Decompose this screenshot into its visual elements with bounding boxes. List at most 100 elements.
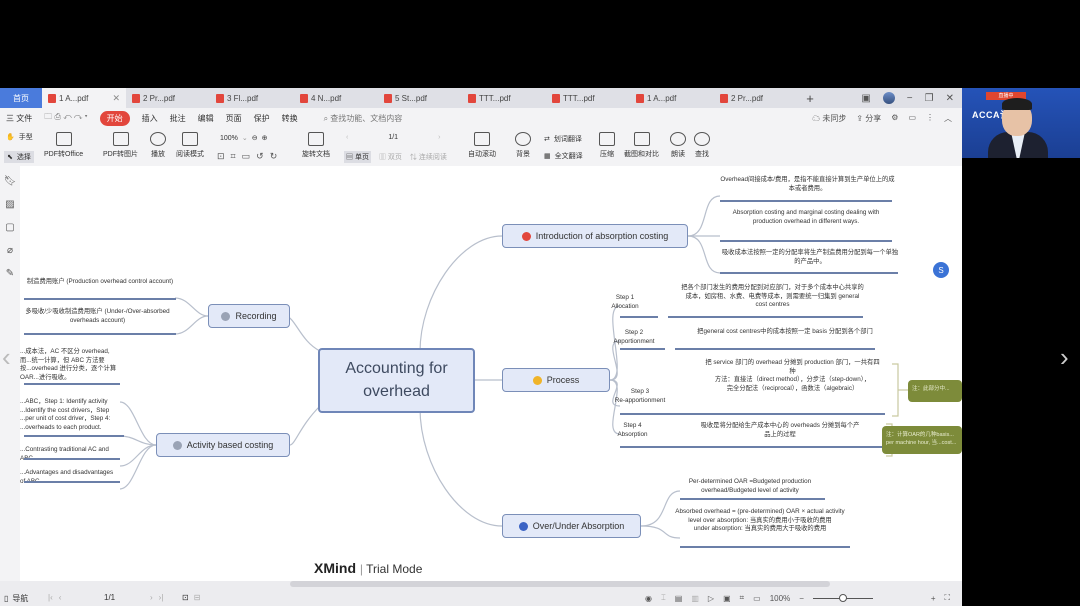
step-text[interactable]: 把 service 部门的 overhead 分摊到 production 部门…: [705, 359, 880, 393]
step-label[interactable]: Step 1 Allocation: [605, 294, 645, 311]
leaf-recording-2[interactable]: 多吸收/少吸收制造费用账户 (Under-/Over-absorbed over…: [20, 308, 175, 325]
leaf-abc-2[interactable]: ...ABC，Step 1: Identify activity ...Iden…: [20, 398, 120, 432]
background-button[interactable]: 背景: [515, 132, 531, 159]
fit-width-status-icon[interactable]: ⊟: [194, 593, 201, 602]
single-page-button[interactable]: ▤ 单页: [344, 151, 371, 163]
comment-panel-icon[interactable]: ▢: [5, 222, 14, 233]
continuous-button[interactable]: ⇅ 连续阅读: [410, 152, 447, 162]
double-page-button[interactable]: ▥ 双页: [379, 152, 402, 162]
thumbnail-icon[interactable]: ▨: [5, 199, 14, 210]
rotate-left-icon[interactable]: ↺: [256, 151, 264, 162]
step-text[interactable]: 把general cost centres中的成本按照一定 basis 分配到各…: [695, 328, 875, 337]
note-callout[interactable]: 注：计算OAR的几种basis... per machine hour, 当..…: [882, 426, 962, 454]
step-label[interactable]: Step 3 Re-apportionment: [605, 388, 675, 405]
actual-size-icon[interactable]: ▭: [242, 151, 251, 162]
doc-tab[interactable]: 1 A...pdf: [630, 88, 714, 108]
comment-icon[interactable]: ▭: [908, 113, 916, 124]
full-translate-button[interactable]: ▦ 全文翻译: [544, 151, 583, 161]
signature-icon[interactable]: ✎: [6, 268, 14, 279]
close-window-button[interactable]: ✕: [946, 93, 954, 104]
next-icon[interactable]: ›: [150, 593, 153, 602]
prev-page-icon[interactable]: ‹: [346, 134, 348, 141]
leaf-abc-1[interactable]: ...成本法，AC 不区分 overhead, 而...统一计算，但 ABC 方…: [20, 348, 120, 382]
leaf-intro-2[interactable]: Absorption costing and marginal costing …: [720, 209, 892, 226]
hand-tool[interactable]: ✋ 手型: [6, 132, 33, 142]
zoom-in-icon[interactable]: ⊕: [262, 134, 268, 142]
single-page-mode-icon[interactable]: ▤: [675, 594, 683, 603]
restore-button[interactable]: ❐: [925, 93, 934, 104]
topic-over-under[interactable]: Over/Under Absorption: [502, 514, 641, 538]
leaf-abc-4[interactable]: ...Advantages and disadvantages of ABC: [20, 469, 120, 486]
doc-tab[interactable]: 4 N...pdf: [294, 88, 378, 108]
bookmark-icon[interactable]: 🔖︎: [4, 176, 17, 187]
play-mode-icon[interactable]: ▷: [708, 594, 714, 603]
leaf-recording-1[interactable]: 制造费用账户 (Production overhead control acco…: [25, 278, 175, 287]
quick-access-icons[interactable]: 🗀 ⎙ ↶ ↷ ▾: [44, 111, 87, 125]
rotate-right-icon[interactable]: ↻: [270, 151, 278, 162]
zoom-in-button[interactable]: +: [931, 594, 936, 603]
prev-page-arrow[interactable]: ‹: [2, 342, 11, 373]
step-text[interactable]: 吸收是将分配给生产成本中心的 overheads 分摊到每个产品上的过程: [700, 422, 860, 439]
collapse-icon[interactable]: ︿: [944, 113, 952, 124]
topic-recording[interactable]: Recording: [208, 304, 290, 328]
leaf-abc-3[interactable]: ...Contrasting traditional AC and ABC: [20, 446, 120, 463]
doc-tab[interactable]: 2 Pr...pdf: [714, 88, 798, 108]
fit-page-status-icon[interactable]: ⊡: [182, 593, 189, 602]
zoom-slider[interactable]: [812, 593, 873, 602]
doc-tab[interactable]: 1 A...pdf ✕: [42, 88, 126, 108]
leaf-over-under-1[interactable]: Per-determined OAR =Budgeted production …: [670, 478, 830, 495]
prev-icon[interactable]: ‹: [59, 593, 62, 602]
step-text[interactable]: 把各个部门发生的费用分配到对应部门，对于多个成本中心共享的成本，如房租、水费、电…: [680, 284, 865, 310]
last-page-icon[interactable]: ›|: [159, 593, 164, 602]
compress-button[interactable]: 压缩: [599, 132, 615, 159]
word-translate-button[interactable]: ⇄ 划词翻译: [544, 134, 582, 144]
topic-intro[interactable]: Introduction of absorption costing: [502, 224, 688, 248]
attachment-icon[interactable]: ⌀: [7, 245, 13, 256]
assistant-icon[interactable]: S: [933, 262, 949, 278]
doc-tab[interactable]: TTT...pdf: [462, 88, 546, 108]
next-last-page[interactable]: › ›|: [150, 593, 163, 602]
select-tool[interactable]: ⬉ 选择: [4, 151, 34, 163]
screenshot-compare-button[interactable]: 截图和对比: [624, 132, 659, 159]
eye-mode-icon[interactable]: ◉: [645, 594, 652, 603]
find-button[interactable]: 查找: [694, 132, 710, 159]
home-tab[interactable]: 首页: [0, 88, 42, 108]
step-label[interactable]: Step 4 Absorption: [610, 422, 655, 439]
rotate-doc-button[interactable]: 旋转文档: [302, 132, 330, 159]
doc-tab[interactable]: 2 Pr...pdf: [126, 88, 210, 108]
double-page-mode-icon[interactable]: ▥: [691, 594, 699, 603]
topic-abc[interactable]: Activity based costing: [156, 433, 290, 457]
read-aloud-button[interactable]: 朗读: [670, 132, 686, 159]
pdf-to-image-button[interactable]: PDF转图片: [103, 132, 138, 159]
zoom-slider-knob[interactable]: [838, 593, 847, 602]
doc-tab[interactable]: 3 Fl...pdf: [210, 88, 294, 108]
next-page-icon[interactable]: ›: [438, 134, 440, 141]
page-indicator-status[interactable]: 1/1: [104, 593, 115, 602]
play-button[interactable]: 播放: [150, 132, 166, 159]
fit-page-mode-icon[interactable]: ▣: [723, 594, 731, 603]
navigation-toggle[interactable]: ▯ 导航: [4, 593, 28, 604]
minimize-button[interactable]: −: [907, 93, 913, 104]
zoom-level[interactable]: 100%: [770, 594, 790, 603]
zoom-select[interactable]: 100% ⌄ ⊖ ⊕: [220, 134, 268, 143]
menu-convert[interactable]: 转换: [282, 113, 298, 124]
first-page-icon[interactable]: |‹: [48, 593, 53, 602]
step-label[interactable]: Step 2 Apportionment: [605, 329, 663, 346]
auto-scroll-button[interactable]: 自动滚动: [468, 132, 496, 159]
next-page-arrow[interactable]: ›: [1060, 342, 1069, 373]
leaf-over-under-2[interactable]: Absorbed overhead = (pre-determined) OAR…: [670, 508, 850, 534]
first-prev-page[interactable]: |‹ ‹: [48, 593, 61, 602]
menu-insert[interactable]: 插入: [142, 113, 158, 124]
fit-width-icon[interactable]: ⌗: [231, 151, 236, 162]
pdf-to-office-button[interactable]: PDF转Office: [44, 132, 83, 159]
more-icon[interactable]: ⋮: [926, 113, 934, 124]
page-indicator[interactable]: 1/1: [388, 134, 398, 141]
menu-page[interactable]: 页面: [226, 113, 242, 124]
fit-page-icon[interactable]: ⊡: [217, 151, 225, 162]
horizontal-scrollbar[interactable]: [290, 581, 830, 587]
settings-icon[interactable]: ⚙: [891, 113, 898, 124]
actual-size-mode-icon[interactable]: ▭: [753, 594, 761, 603]
doc-tab[interactable]: 5 St...pdf: [378, 88, 462, 108]
leaf-intro-1[interactable]: Overhead间接成本/费用，是指不能直接计算到生产单位上的成本或者费用。: [720, 176, 895, 193]
window-layout-icon[interactable]: ▣: [861, 93, 870, 104]
